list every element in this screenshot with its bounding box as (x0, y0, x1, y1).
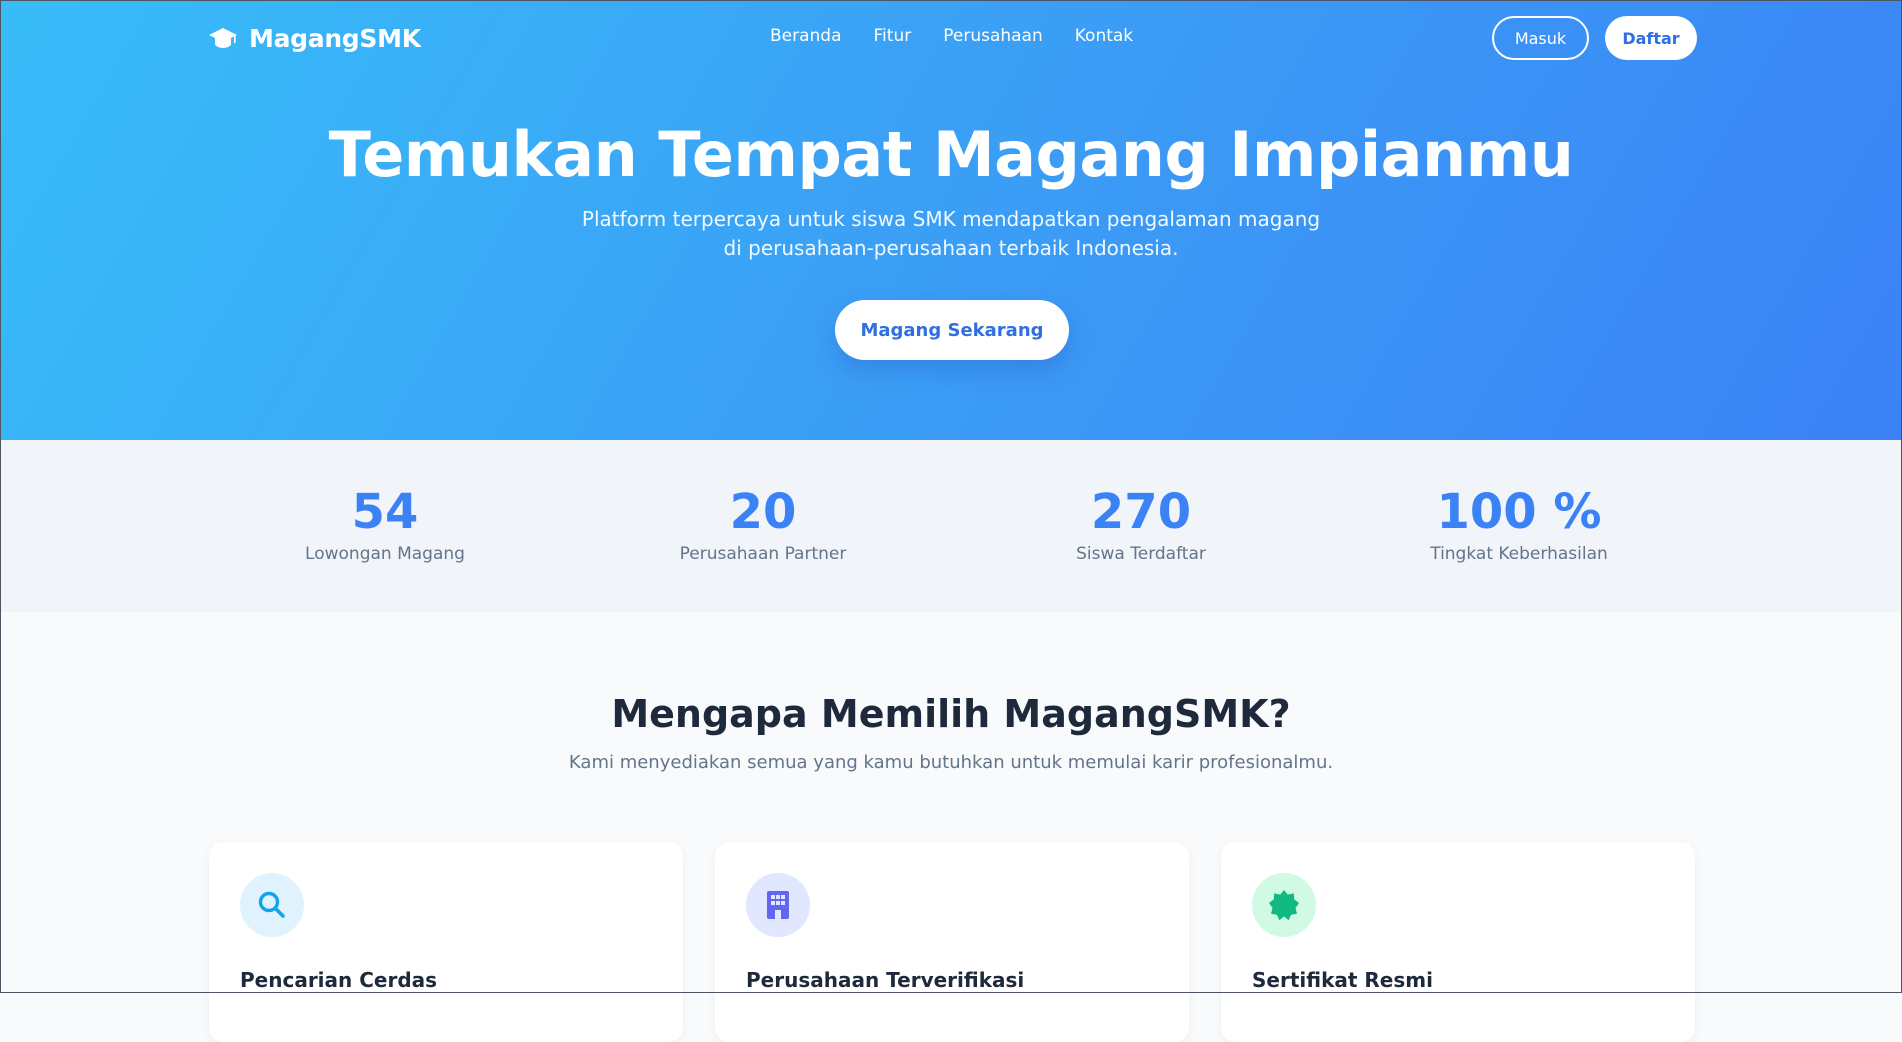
feature-card-company[interactable]: Perusahaan Terverifikasi (715, 842, 1189, 1042)
certificate-badge-icon (1252, 873, 1316, 937)
nav-link-beranda[interactable]: Beranda (770, 26, 842, 46)
stat-value: 20 (729, 484, 797, 540)
feature-card-search[interactable]: Pencarian Cerdas (209, 842, 683, 1042)
hero-subtitle-line-1: Platform terpercaya untuk siswa SMK mend… (581, 207, 1321, 231)
nav-link-kontak[interactable]: Kontak (1075, 26, 1133, 46)
navbar: MagangSMK Beranda Fitur Perusahaan Konta… (0, 0, 1902, 76)
graduation-cap-icon (207, 22, 239, 54)
auth-buttons: Masuk Daftar (1492, 16, 1697, 60)
hero-subtitle: Platform terpercaya untuk siswa SMK mend… (551, 205, 1351, 263)
login-button[interactable]: Masuk (1492, 16, 1589, 60)
register-button[interactable]: Daftar (1605, 16, 1697, 60)
stat-value: 54 (351, 484, 419, 540)
stat-label: Siswa Terdaftar (1076, 544, 1206, 564)
features-subtitle: Kami menyediakan semua yang kamu butuhka… (568, 752, 1334, 773)
nav-link-fitur[interactable]: Fitur (874, 26, 912, 46)
hero-section: MagangSMK Beranda Fitur Perusahaan Konta… (0, 0, 1902, 440)
brand-logo[interactable]: MagangSMK (207, 22, 421, 54)
feature-card-title: Sertifikat Resmi (1252, 968, 1433, 992)
stat-label: Perusahaan Partner (679, 544, 847, 564)
features-section: Mengapa Memilih MagangSMK? Kami menyedia… (0, 612, 1902, 1042)
stat-label: Lowongan Magang (305, 544, 465, 564)
nav-link-perusahaan[interactable]: Perusahaan (943, 26, 1043, 46)
stat-label: Tingkat Keberhasilan (1430, 544, 1608, 564)
stat-keberhasilan: 100 % Tingkat Keberhasilan (1369, 484, 1669, 564)
main-menu: Beranda Fitur Perusahaan Kontak (770, 26, 1133, 46)
hero-title: Temukan Tempat Magang Impianmu (328, 118, 1574, 191)
hero-subtitle-line-2: di perusahaan-perusahaan terbaik Indones… (723, 236, 1179, 260)
stat-lowongan: 54 Lowongan Magang (235, 484, 535, 564)
stat-value: 100 % (1436, 484, 1602, 540)
search-icon (240, 873, 304, 937)
brand-name: MagangSMK (249, 23, 421, 53)
stats-section: 54 Lowongan Magang 20 Perusahaan Partner… (0, 440, 1902, 612)
cta-button[interactable]: Magang Sekarang (835, 300, 1069, 360)
building-icon (746, 873, 810, 937)
features-title: Mengapa Memilih MagangSMK? (611, 692, 1291, 736)
feature-card-title: Pencarian Cerdas (240, 968, 438, 992)
stat-value: 270 (1090, 484, 1192, 540)
feature-card-title: Perusahaan Terverifikasi (746, 968, 1025, 992)
stat-perusahaan: 20 Perusahaan Partner (613, 484, 913, 564)
feature-card-certificate[interactable]: Sertifikat Resmi (1221, 842, 1695, 1042)
stat-siswa: 270 Siswa Terdaftar (991, 484, 1291, 564)
